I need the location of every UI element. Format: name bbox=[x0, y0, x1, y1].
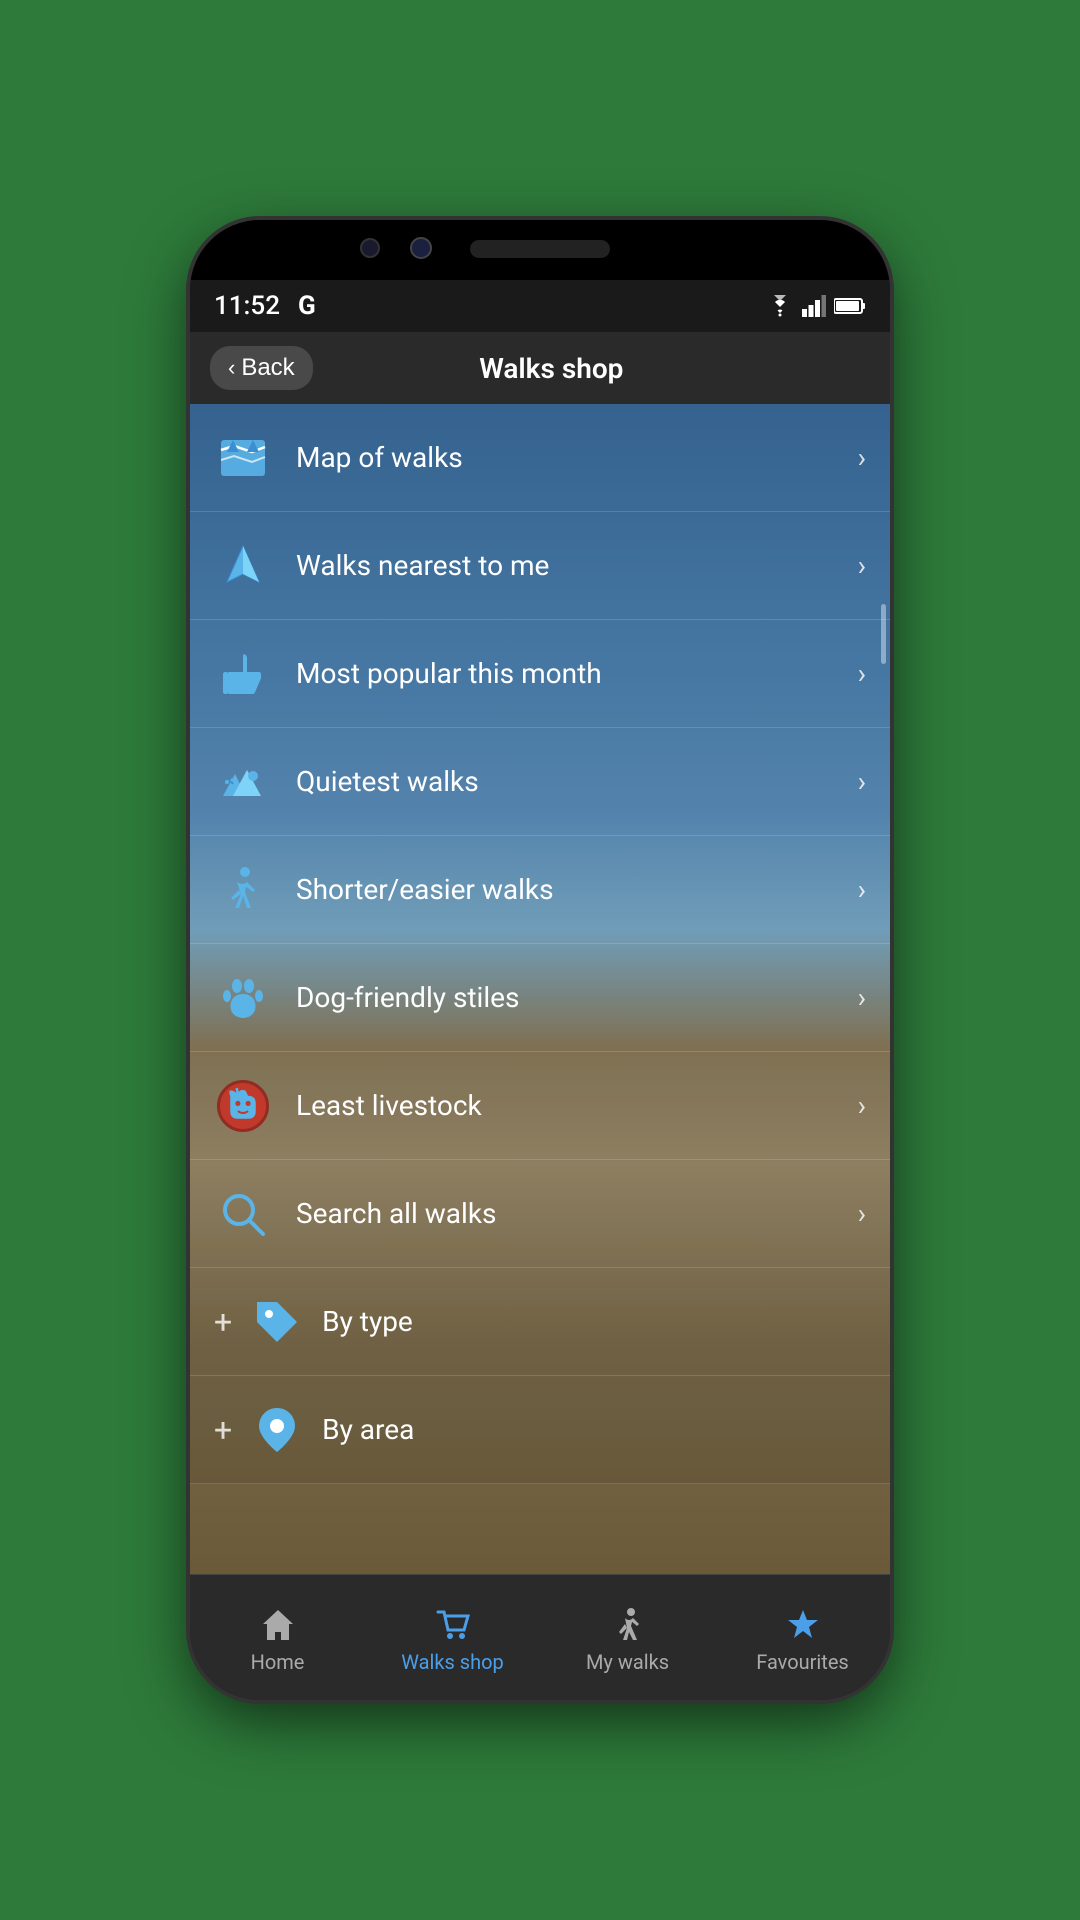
scrollbar[interactable] bbox=[881, 604, 886, 664]
least-livestock-label: Least livestock bbox=[296, 1089, 858, 1122]
menu-item-most-popular[interactable]: Most popular this month › bbox=[190, 620, 890, 728]
phone-speaker bbox=[470, 240, 610, 258]
by-area-plus-icon: + bbox=[214, 1411, 232, 1449]
back-label: Back bbox=[241, 354, 294, 382]
menu-item-dog-friendly[interactable]: Dog-friendly stiles › bbox=[190, 944, 890, 1052]
nav-item-walks-shop[interactable]: Walks shop bbox=[365, 1596, 540, 1684]
map-of-walks-label: Map of walks bbox=[296, 441, 858, 474]
paw-icon bbox=[214, 969, 272, 1027]
tag-icon bbox=[248, 1293, 306, 1351]
status-time: 11:52 bbox=[214, 291, 280, 321]
back-button[interactable]: ‹ Back bbox=[210, 346, 313, 390]
status-bar: 11:52 G bbox=[190, 280, 890, 332]
menu-item-shorter[interactable]: Shorter/easier walks › bbox=[190, 836, 890, 944]
thumbs-up-icon bbox=[214, 645, 272, 703]
location-pin-icon bbox=[248, 1401, 306, 1459]
search-all-chevron: › bbox=[858, 1197, 866, 1230]
battery-icon bbox=[834, 297, 866, 315]
nav-home-label: Home bbox=[251, 1650, 305, 1674]
search-all-label: Search all walks bbox=[296, 1197, 858, 1230]
cart-icon bbox=[434, 1606, 472, 1644]
menu-item-search-all[interactable]: Search all walks › bbox=[190, 1160, 890, 1268]
menu-item-least-livestock[interactable]: Least livestock › bbox=[190, 1052, 890, 1160]
most-popular-chevron: › bbox=[858, 657, 866, 690]
navigation-icon bbox=[214, 537, 272, 595]
nav-walks-shop-label: Walks shop bbox=[401, 1650, 504, 1674]
back-chevron-icon: ‹ bbox=[228, 355, 235, 381]
phone-shell: 11:52 G bbox=[190, 220, 890, 1700]
quietest-chevron: › bbox=[858, 765, 866, 798]
nav-my-walks-label: My walks bbox=[586, 1650, 669, 1674]
nav-item-home[interactable]: Home bbox=[190, 1596, 365, 1684]
nav-item-my-walks[interactable]: My walks bbox=[540, 1596, 715, 1684]
quietest-label: Quietest walks bbox=[296, 765, 858, 798]
menu-list: Map of walks › Walks nearest to me › bbox=[190, 404, 890, 1484]
menu-item-by-type[interactable]: + By type bbox=[190, 1268, 890, 1376]
status-google-icon: G bbox=[298, 291, 316, 321]
walks-nearest-chevron: › bbox=[858, 549, 866, 582]
dog-friendly-label: Dog-friendly stiles bbox=[296, 981, 858, 1014]
menu-item-walks-nearest[interactable]: Walks nearest to me › bbox=[190, 512, 890, 620]
wifi-icon bbox=[766, 295, 794, 317]
status-left: 11:52 G bbox=[214, 291, 316, 321]
walks-nearest-label: Walks nearest to me bbox=[296, 549, 858, 582]
walker-icon bbox=[609, 1606, 647, 1644]
star-icon bbox=[784, 1606, 822, 1644]
by-area-label: By area bbox=[322, 1413, 866, 1446]
signal-icon bbox=[802, 295, 826, 317]
by-type-label: By type bbox=[322, 1305, 866, 1338]
shorter-chevron: › bbox=[858, 873, 866, 906]
bottom-nav: Home Walks shop My walks bbox=[190, 1574, 890, 1700]
mountains-icon bbox=[214, 753, 272, 811]
status-right bbox=[766, 295, 866, 317]
camera-front-right bbox=[410, 237, 432, 259]
by-type-plus-icon: + bbox=[214, 1303, 232, 1341]
least-livestock-chevron: › bbox=[858, 1089, 866, 1122]
search-icon bbox=[214, 1185, 272, 1243]
most-popular-label: Most popular this month bbox=[296, 657, 858, 690]
camera-front-left bbox=[360, 238, 380, 258]
phone-notch bbox=[190, 220, 890, 280]
menu-item-quietest[interactable]: Quietest walks › bbox=[190, 728, 890, 836]
menu-item-map-of-walks[interactable]: Map of walks › bbox=[190, 404, 890, 512]
map-icon bbox=[214, 429, 272, 487]
home-icon bbox=[259, 1606, 297, 1644]
livestock-icon bbox=[214, 1077, 272, 1135]
top-bar: ‹ Back Walks shop bbox=[190, 332, 890, 404]
map-of-walks-chevron: › bbox=[858, 441, 866, 474]
dog-friendly-chevron: › bbox=[858, 981, 866, 1014]
top-bar-title: Walks shop bbox=[313, 352, 790, 385]
nav-item-favourites[interactable]: Favourites bbox=[715, 1596, 890, 1684]
nav-favourites-label: Favourites bbox=[756, 1650, 849, 1674]
hiker-icon bbox=[214, 861, 272, 919]
content-area: Map of walks › Walks nearest to me › bbox=[190, 404, 890, 1574]
menu-item-by-area[interactable]: + By area bbox=[190, 1376, 890, 1484]
shorter-label: Shorter/easier walks bbox=[296, 873, 858, 906]
